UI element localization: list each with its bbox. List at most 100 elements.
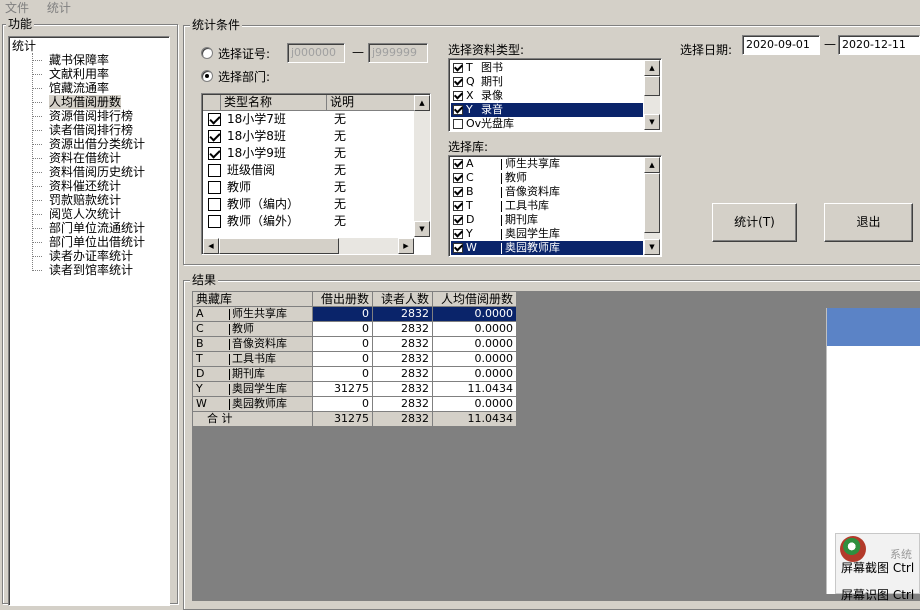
dept-row[interactable]: 18小学8班 无 [203, 128, 414, 145]
scroll-down-icon[interactable]: ▼ [414, 221, 430, 237]
results-header-readers[interactable]: 读者人数 [373, 292, 433, 307]
checkbox-icon[interactable] [453, 201, 463, 211]
result-readers[interactable]: 2832 [373, 397, 433, 412]
result-lib[interactable]: D 期刊库 [193, 367, 313, 382]
stat-button[interactable]: 统计(T) [712, 203, 797, 242]
dept-row[interactable]: 18小学9班 无 [203, 145, 414, 162]
result-borrowed[interactable]: 0 [313, 322, 373, 337]
dept-vscroll[interactable]: ▲ ▼ [414, 95, 430, 237]
tree-item[interactable]: 罚款赔款统计 [49, 193, 121, 207]
checkbox-icon[interactable] [453, 77, 463, 87]
date-from-input[interactable]: 2020-09-01 [742, 35, 820, 55]
checkbox-icon[interactable] [453, 215, 463, 225]
result-lib[interactable]: Y 奥园学生库 [193, 382, 313, 397]
results-header-borrowed[interactable]: 借出册数 [313, 292, 373, 307]
result-readers[interactable]: 2832 [373, 382, 433, 397]
checkbox-icon[interactable] [453, 119, 463, 129]
scroll-down-icon[interactable]: ▼ [644, 114, 660, 130]
result-avg[interactable]: 11.0434 [433, 382, 517, 397]
tree-item[interactable]: 人均借阅册数 [49, 95, 122, 109]
tree-item[interactable]: 读者借阅排行榜 [49, 123, 133, 137]
tree-item[interactable]: 部门单位出借统计 [49, 235, 145, 249]
lib-list-item[interactable]: W 奥园教师库 [451, 241, 643, 255]
checkbox-icon[interactable] [208, 147, 221, 160]
checkbox-icon[interactable] [208, 113, 221, 126]
lib-list-item[interactable]: C 教师 [451, 171, 643, 185]
overlay-menu-screenshot[interactable]: 屏幕截图 Ctrl [841, 559, 914, 576]
result-avg[interactable]: 0.0000 [433, 307, 517, 322]
tree-root[interactable]: 统计 [12, 39, 36, 53]
checkbox-icon[interactable] [208, 198, 221, 211]
lib-list-item[interactable]: D 期刊库 [451, 213, 643, 227]
result-readers[interactable]: 2832 [373, 307, 433, 322]
scroll-down-icon[interactable]: ▼ [644, 239, 660, 255]
tree-item[interactable]: 资料在借统计 [49, 151, 121, 165]
result-borrowed[interactable]: 0 [313, 337, 373, 352]
result-lib[interactable]: W 奥园教师库 [193, 397, 313, 412]
menu-file[interactable]: 文件 [5, 1, 29, 15]
radio-dept[interactable] [201, 70, 213, 82]
scroll-right-icon[interactable]: ▶ [398, 238, 414, 254]
result-avg[interactable]: 0.0000 [433, 367, 517, 382]
result-borrowed[interactable]: 0 [313, 307, 373, 322]
checkbox-icon[interactable] [208, 130, 221, 143]
type-list-item[interactable]: Ov 光盘库 [451, 117, 643, 131]
scroll-thumb[interactable] [644, 173, 660, 233]
checkbox-icon[interactable] [453, 105, 463, 115]
dept-header-name[interactable]: 类型名称 [221, 95, 327, 111]
checkbox-icon[interactable] [208, 215, 221, 228]
tree-item[interactable]: 读者到馆率统计 [49, 263, 133, 277]
lib-list-item[interactable]: B 音像资料库 [451, 185, 643, 199]
result-lib[interactable]: T 工具书库 [193, 352, 313, 367]
result-borrowed[interactable]: 0 [313, 367, 373, 382]
tree-item[interactable]: 读者办证率统计 [49, 249, 133, 263]
tree-item[interactable]: 资源借阅排行榜 [49, 109, 133, 123]
type-list-item[interactable]: X 录像 [451, 89, 643, 103]
lib-list-item[interactable]: Y 奥园学生库 [451, 227, 643, 241]
type-vscroll[interactable]: ▲ ▼ [644, 60, 660, 130]
result-avg[interactable]: 0.0000 [433, 337, 517, 352]
checkbox-icon[interactable] [453, 243, 463, 253]
tree-item[interactable]: 文献利用率 [49, 67, 109, 81]
result-borrowed[interactable]: 0 [313, 352, 373, 367]
result-lib[interactable]: C 教师 [193, 322, 313, 337]
scroll-thumb[interactable] [644, 76, 660, 96]
result-readers[interactable]: 2832 [373, 337, 433, 352]
checkbox-icon[interactable] [453, 187, 463, 197]
tree-item[interactable]: 资料催还统计 [49, 179, 121, 193]
tree-item[interactable]: 馆藏流通率 [49, 81, 109, 95]
scroll-up-icon[interactable]: ▲ [644, 157, 660, 173]
result-lib[interactable]: B 音像资料库 [193, 337, 313, 352]
type-list-item[interactable]: Q 期刊 [451, 75, 643, 89]
scroll-left-icon[interactable]: ◀ [203, 238, 219, 254]
dept-row[interactable]: 班级借阅 无 [203, 162, 414, 179]
lib-list-item[interactable]: A 师生共享库 [451, 157, 643, 171]
checkbox-icon[interactable] [453, 229, 463, 239]
dept-row[interactable]: 18小学7班 无 [203, 111, 414, 128]
result-avg[interactable]: 0.0000 [433, 352, 517, 367]
scroll-up-icon[interactable]: ▲ [414, 95, 430, 111]
result-readers[interactable]: 2832 [373, 322, 433, 337]
checkbox-icon[interactable] [453, 91, 463, 101]
checkbox-icon[interactable] [453, 173, 463, 183]
card-from-input[interactable]: j000000 [287, 43, 345, 63]
dept-hscroll[interactable]: ◀ ▶ [203, 238, 414, 254]
scroll-thumb[interactable] [219, 238, 339, 254]
menu-stat[interactable]: 统计 [47, 1, 71, 15]
tree-item[interactable]: 藏书保障率 [49, 53, 109, 67]
scroll-up-icon[interactable]: ▲ [644, 60, 660, 76]
lib-vscroll[interactable]: ▲ ▼ [644, 157, 660, 255]
dept-row[interactable]: 教师 无 [203, 179, 414, 196]
type-list-item[interactable]: T 图书 [451, 61, 643, 75]
type-list-item[interactable]: Y 录音 [451, 103, 643, 117]
results-header-lib[interactable]: 典藏库 [193, 292, 313, 307]
result-avg[interactable]: 0.0000 [433, 397, 517, 412]
tree-item[interactable]: 阅览人次统计 [49, 207, 121, 221]
card-to-input[interactable]: j999999 [368, 43, 428, 63]
dept-row[interactable]: 教师（编外） 无 [203, 213, 414, 230]
result-readers[interactable]: 2832 [373, 367, 433, 382]
date-to-input[interactable]: 2020-12-11 [838, 35, 920, 55]
result-lib[interactable]: A 师生共享库 [193, 307, 313, 322]
overlay-menu-recognize[interactable]: 屏幕识图 Ctrl [841, 586, 914, 603]
lib-list-item[interactable]: T 工具书库 [451, 199, 643, 213]
